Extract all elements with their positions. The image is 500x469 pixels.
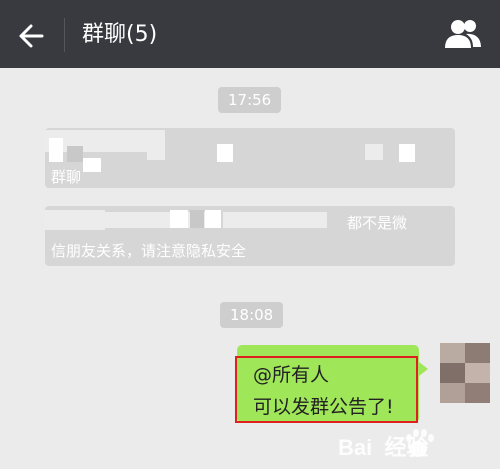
- header-divider: [64, 18, 65, 52]
- system-message-line: 信朋友关系，请注意隐私安全: [51, 242, 247, 260]
- redaction-blur: [205, 210, 221, 228]
- highlight-annotation: [235, 356, 418, 423]
- timestamp: 18:08: [220, 302, 284, 328]
- back-button[interactable]: [14, 18, 50, 54]
- top-bar: 群聊(5): [0, 0, 500, 68]
- redaction-blur: [45, 210, 105, 230]
- system-message: 都不是微 信朋友关系，请注意隐私安全: [45, 206, 455, 266]
- redaction-blur: [49, 138, 63, 162]
- group-members-icon: [445, 20, 481, 48]
- redaction-blur: [83, 158, 101, 172]
- chat-title: 群聊(5): [82, 22, 158, 47]
- redaction-blur: [147, 144, 165, 160]
- redaction-blur: [223, 212, 283, 228]
- redaction-blur: [283, 212, 327, 228]
- redaction-blur: [190, 210, 204, 228]
- group-members-button[interactable]: [442, 16, 484, 54]
- timestamp: 17:56: [218, 87, 282, 113]
- bubble-tail: [419, 362, 428, 376]
- system-message-line: 都不是微: [347, 214, 408, 232]
- system-message-line: 群聊: [51, 168, 82, 186]
- watermark: Bai 经验: [330, 424, 490, 464]
- redaction-blur: [67, 146, 83, 162]
- redaction-blur: [365, 144, 383, 160]
- back-arrow-icon: [19, 24, 44, 48]
- redaction-blur: [399, 144, 415, 162]
- watermark-text: Bai 经验: [338, 435, 429, 460]
- system-message: 群聊: [45, 128, 455, 188]
- redaction-blur: [170, 210, 188, 228]
- redaction-blur: [217, 144, 233, 162]
- avatar[interactable]: [440, 343, 490, 403]
